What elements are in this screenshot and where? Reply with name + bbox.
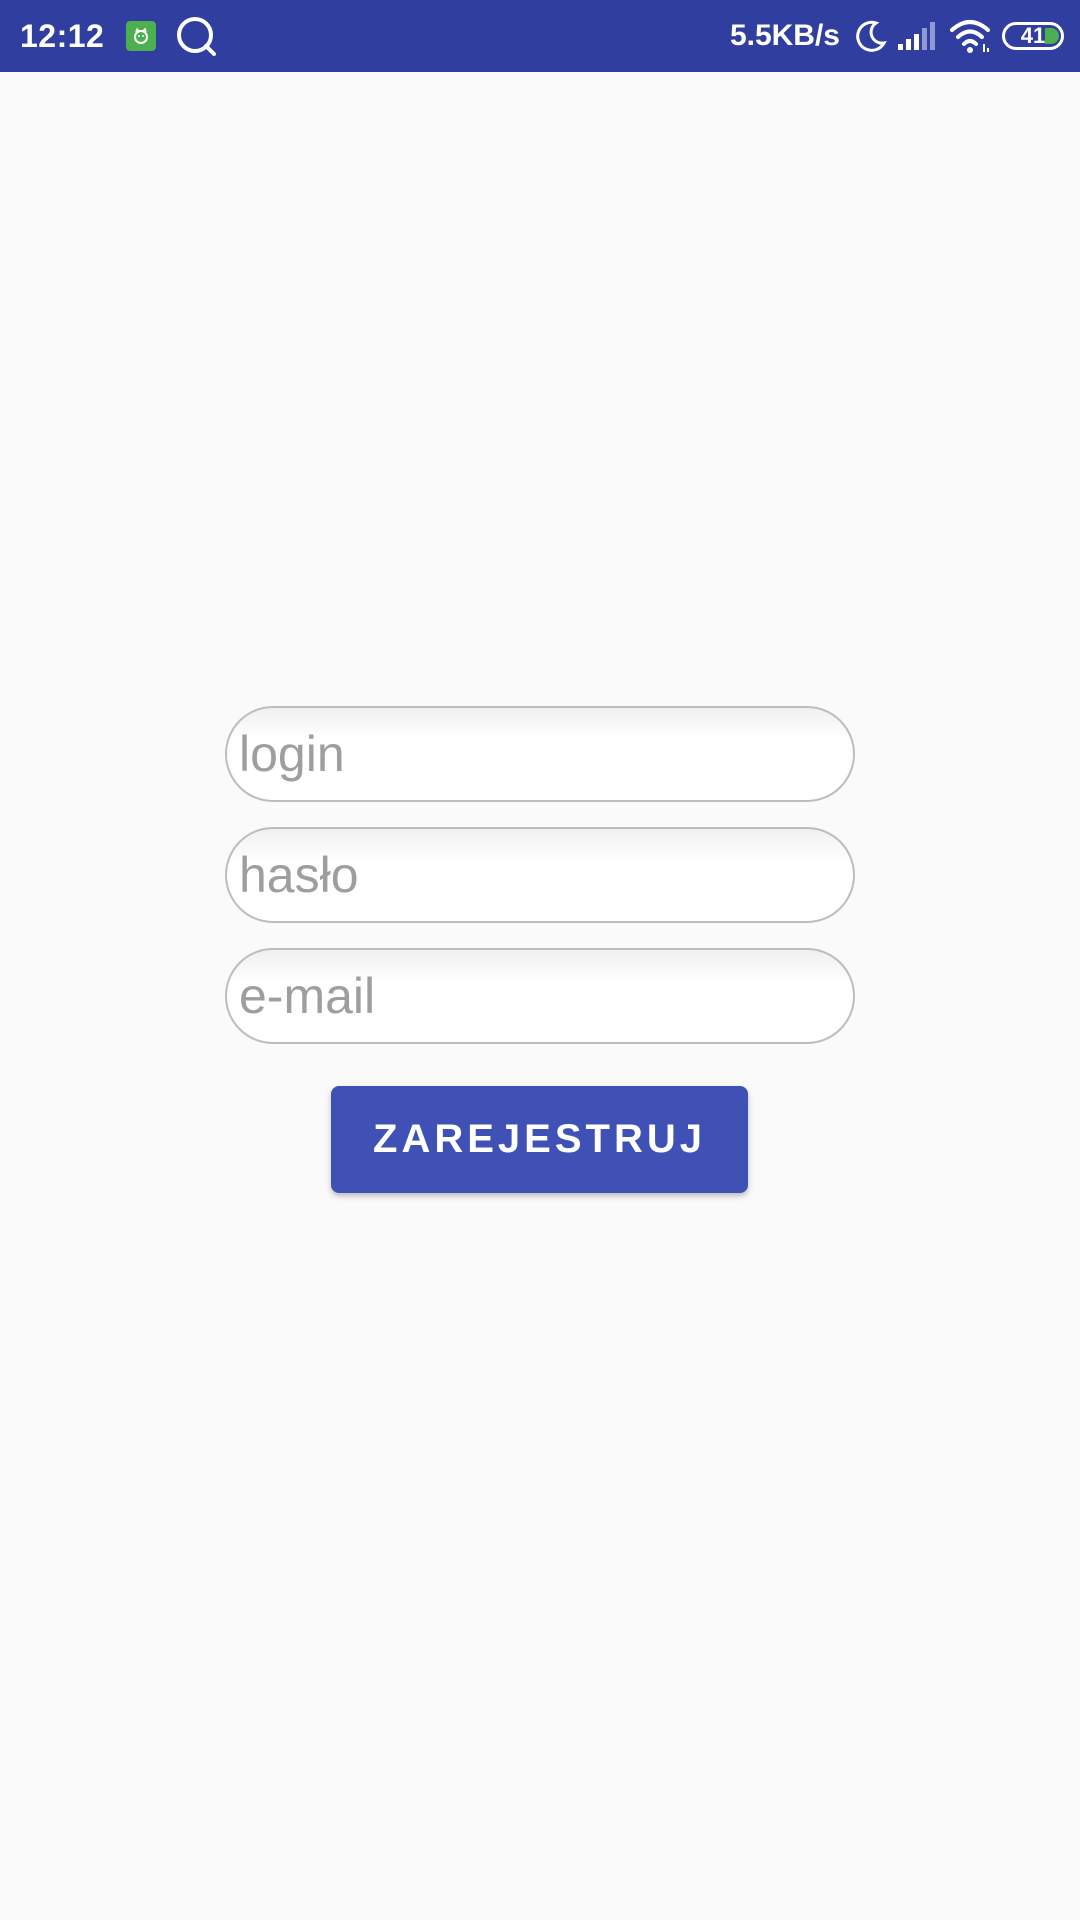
registration-form: [225, 706, 855, 1069]
search-icon: [174, 14, 218, 58]
email-field-container: [225, 948, 855, 1044]
status-bar: 12:12 5.5KB/s 41: [0, 0, 1080, 72]
battery-fill: [1045, 28, 1059, 44]
clock: 12:12: [20, 17, 105, 54]
login-field-container: [225, 706, 855, 802]
password-field[interactable]: [239, 846, 829, 904]
battery-icon: 41: [1002, 22, 1064, 50]
password-field-container: [225, 827, 855, 923]
wifi-icon: [948, 18, 992, 54]
email-field[interactable]: [239, 967, 829, 1025]
battery-level: 41: [1020, 23, 1046, 48]
status-left: 12:12: [20, 0, 218, 72]
network-speed: 5.5KB/s: [729, 19, 840, 52]
login-field[interactable]: [239, 725, 829, 783]
register-button[interactable]: ZAREJESTRUJ: [331, 1086, 748, 1193]
status-right: 5.5KB/s 41: [730, 0, 1064, 72]
signal-icon: [896, 20, 940, 52]
moon-icon: [854, 19, 888, 53]
app-notification-icon: [126, 21, 157, 51]
